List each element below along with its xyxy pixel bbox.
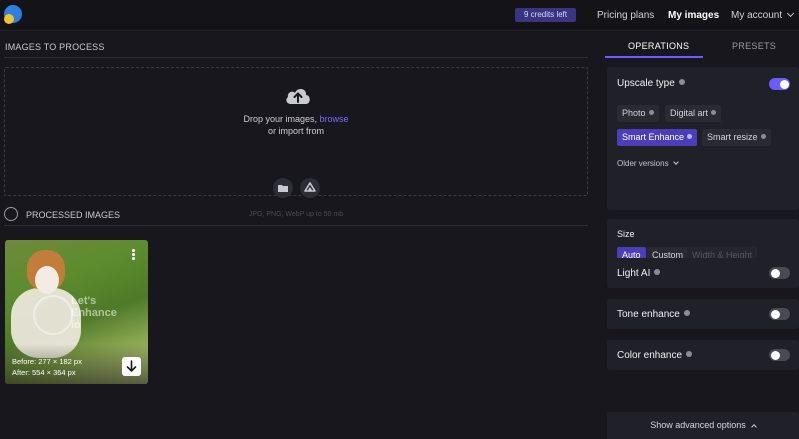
download-button[interactable] xyxy=(122,357,141,376)
tone-enhance-toggle[interactable] xyxy=(769,308,790,320)
divider xyxy=(4,225,588,226)
info-icon xyxy=(648,110,654,115)
option-photo-label: Photo xyxy=(622,108,646,118)
info-icon xyxy=(711,110,717,115)
image-dropzone[interactable]: Drop your images, browse or import from … xyxy=(4,67,588,218)
settings-sidebar: OPERATIONS PRESETS Upscale type Photo Di… xyxy=(605,31,799,439)
info-icon[interactable] xyxy=(678,79,685,85)
images-to-process-heading: IMAGES TO PROCESS xyxy=(5,42,105,52)
watermark-line: io xyxy=(71,319,81,331)
toggle-knob xyxy=(770,268,780,278)
processed-image-card[interactable]: Let's Enhance io Before: 277 × 182 px Af… xyxy=(5,240,148,384)
upscale-type-panel: Upscale type Photo Digital art Smart Enh… xyxy=(607,67,799,210)
upscale-type-title: Upscale type xyxy=(617,78,685,89)
upscale-type-toggle[interactable] xyxy=(769,78,790,90)
tone-enhance-label: Tone enhance xyxy=(617,309,680,320)
info-icon[interactable] xyxy=(683,310,690,316)
nav-my-images[interactable]: My images xyxy=(668,10,719,21)
info-icon xyxy=(687,134,693,139)
browse-link[interactable]: browse xyxy=(320,114,349,124)
info-icon xyxy=(760,134,766,139)
size-title: Size xyxy=(617,229,635,239)
chevron-down-icon xyxy=(672,159,679,165)
info-icon[interactable] xyxy=(686,351,693,357)
chevron-up-icon xyxy=(750,424,757,430)
divider xyxy=(4,57,588,58)
before-size: Before: 277 × 182 px xyxy=(12,357,82,366)
credits-badge[interactable]: 9 credits left xyxy=(515,8,577,22)
color-enhance-title: Color enhance xyxy=(617,350,693,361)
main-area: IMAGES TO PROCESS Drop your images, brow… xyxy=(0,31,595,439)
color-enhance-label: Color enhance xyxy=(617,350,683,361)
color-enhance-panel: Color enhance xyxy=(607,340,799,370)
option-smart-resize[interactable]: Smart resize xyxy=(702,129,771,146)
import-google-drive-button[interactable] xyxy=(300,178,320,198)
app-logo[interactable] xyxy=(4,5,24,25)
toggle-knob xyxy=(770,309,780,319)
tone-enhance-panel: Tone enhance xyxy=(607,299,799,329)
logo-yellow-circle xyxy=(4,14,14,24)
google-drive-icon xyxy=(304,182,316,192)
option-digital-art[interactable]: Digital art xyxy=(665,105,722,122)
watermark-text: Let's Enhance io xyxy=(71,295,117,331)
watermark-logo xyxy=(33,295,73,335)
upscale-type-label: Upscale type xyxy=(617,78,675,89)
light-ai-label: Light AI xyxy=(617,268,651,279)
older-versions-label: Older versions xyxy=(617,159,669,168)
watermark-line: Enhance xyxy=(71,307,117,319)
more-options-icon[interactable] xyxy=(132,249,136,261)
download-arrow-icon xyxy=(126,360,137,373)
processed-images-heading: PROCESSED IMAGES xyxy=(26,210,121,220)
info-icon[interactable] xyxy=(654,269,661,275)
light-ai-panel: Light AI xyxy=(607,258,799,288)
active-tab-indicator xyxy=(605,56,703,58)
nav-pricing-plans[interactable]: Pricing plans xyxy=(597,10,654,21)
option-smart-enhance[interactable]: Smart Enhance xyxy=(617,129,698,146)
tab-presets[interactable]: PRESETS xyxy=(732,41,776,51)
show-advanced-options-label: Show advanced options xyxy=(650,420,746,430)
drop-text: Drop your images, browse xyxy=(5,114,587,124)
light-ai-toggle[interactable] xyxy=(769,267,790,279)
tab-operations[interactable]: OPERATIONS xyxy=(628,41,689,51)
watermark-line: Let's xyxy=(71,295,97,307)
chevron-down-icon xyxy=(787,9,795,18)
option-digital-art-label: Digital art xyxy=(670,108,709,118)
option-smart-enhance-label: Smart Enhance xyxy=(622,132,685,142)
import-text: or import from xyxy=(267,126,324,136)
option-photo[interactable]: Photo xyxy=(617,105,659,122)
show-advanced-options-button[interactable]: Show advanced options xyxy=(607,412,799,439)
image-subject-face xyxy=(35,266,59,294)
after-size: After: 554 × 364 px xyxy=(12,368,76,377)
folder-icon xyxy=(278,185,288,192)
nav-my-account-label: My account xyxy=(731,10,783,21)
top-bar: 9 credits left Pricing plans My images M… xyxy=(0,0,799,31)
drop-text-label: Drop your images, xyxy=(243,114,317,124)
nav-my-account[interactable]: My account xyxy=(731,9,795,21)
cloud-upload-icon xyxy=(286,89,310,104)
tone-enhance-title: Tone enhance xyxy=(617,309,690,320)
light-ai-title: Light AI xyxy=(617,268,661,279)
toggle-knob xyxy=(779,79,789,89)
select-all-radio[interactable] xyxy=(4,207,18,221)
older-versions-toggle[interactable]: Older versions xyxy=(617,159,679,168)
option-smart-resize-label: Smart resize xyxy=(707,132,758,142)
color-enhance-toggle[interactable] xyxy=(769,349,790,361)
toggle-knob xyxy=(770,350,780,360)
import-folder-button[interactable] xyxy=(273,178,293,198)
